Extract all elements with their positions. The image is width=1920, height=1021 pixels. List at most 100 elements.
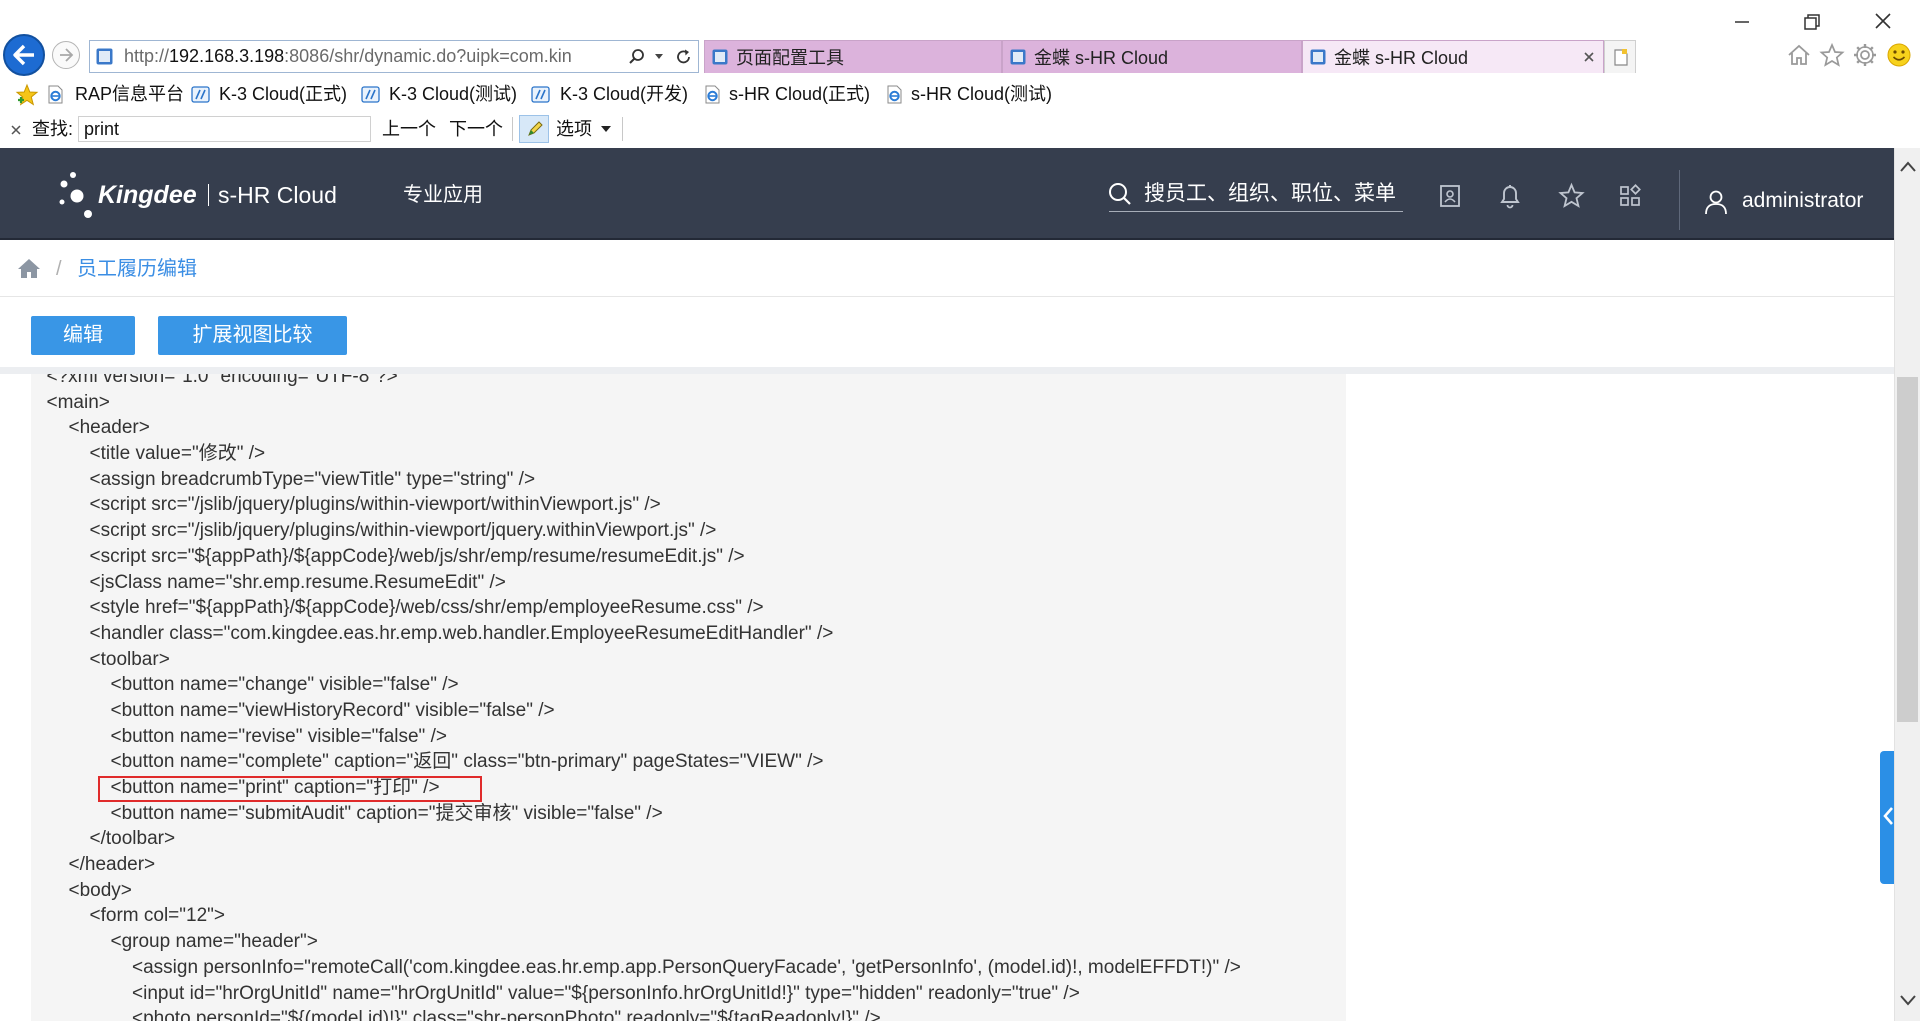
code-line: <main> bbox=[46, 391, 110, 413]
url-host: 192.168.3.198 bbox=[169, 46, 285, 66]
chevron-left-icon bbox=[1883, 807, 1893, 825]
code-line: <script src="${appPath}/${appCode}/web/j… bbox=[89, 545, 745, 567]
back-arrow-icon bbox=[13, 44, 34, 66]
code-line: <input id="hrOrgUnitId" name="hrOrgUnitI… bbox=[132, 982, 1080, 1004]
app-grid-icon[interactable] bbox=[1617, 183, 1643, 209]
url-scheme: http:// bbox=[124, 46, 170, 66]
code-line: <script src="/jslib/jquery/plugins/withi… bbox=[89, 494, 661, 516]
tab-page-config[interactable]: 页面配置工具 bbox=[704, 40, 1002, 73]
shr-favicon-icon bbox=[712, 49, 728, 65]
back-button[interactable] bbox=[3, 34, 45, 76]
tab-label: 金蝶 s-HR Cloud bbox=[1334, 48, 1469, 68]
scrollbar-thumb[interactable] bbox=[1897, 377, 1918, 722]
restore-icon[interactable] bbox=[1800, 10, 1824, 34]
code-line: <toolbar> bbox=[89, 648, 170, 670]
code-line: <handler class="com.kingdee.eas.hr.emp.w… bbox=[89, 622, 834, 644]
search-icon[interactable] bbox=[628, 48, 646, 66]
nav-professional-apps[interactable]: 专业应用 bbox=[403, 181, 483, 209]
code-line: <style href="${appPath}/${appCode}/web/c… bbox=[89, 597, 764, 619]
k3-icon bbox=[531, 86, 550, 103]
ie-page-icon bbox=[48, 85, 63, 104]
search-icon[interactable] bbox=[1107, 181, 1133, 207]
highlight-matches-button[interactable] bbox=[519, 115, 549, 143]
find-options-button[interactable]: 选项 bbox=[556, 116, 592, 142]
url-text[interactable]: http://192.168.3.198:8086/shr/dynamic.do… bbox=[124, 41, 572, 72]
address-bar[interactable]: http://192.168.3.198:8086/shr/dynamic.do… bbox=[89, 40, 699, 73]
chevron-down-icon[interactable] bbox=[654, 53, 664, 61]
ie-page-icon bbox=[705, 85, 720, 104]
new-tab-button[interactable] bbox=[1604, 40, 1636, 73]
favorite-link[interactable]: K-3 Cloud(开发) bbox=[560, 82, 688, 106]
code-line: <script src="/jslib/jquery/plugins/withi… bbox=[89, 520, 717, 542]
home-icon[interactable] bbox=[1786, 42, 1812, 68]
tab-shr-cloud[interactable]: 金蝶 s-HR Cloud bbox=[1002, 40, 1302, 73]
smiley-feedback-icon[interactable] bbox=[1886, 42, 1912, 68]
code-line: <?xml version="1.0" encoding="UTF-8"?> bbox=[46, 374, 398, 387]
user-avatar-icon[interactable] bbox=[1703, 188, 1729, 216]
code-line: <jsClass name="shr.emp.resume.ResumeEdit… bbox=[89, 571, 506, 593]
vertical-scrollbar[interactable] bbox=[1894, 148, 1920, 1021]
find-label: 查找: bbox=[32, 119, 74, 139]
edit-button[interactable]: 编辑 bbox=[31, 316, 135, 355]
shr-favicon-icon bbox=[1010, 49, 1026, 65]
favorite-link[interactable]: s-HR Cloud(正式) bbox=[729, 82, 870, 106]
code-line: <assign personInfo="remoteCall('com.king… bbox=[132, 956, 1241, 978]
k3-icon bbox=[361, 86, 380, 103]
close-find-icon[interactable] bbox=[9, 123, 23, 137]
favorites-star-icon[interactable] bbox=[1558, 182, 1585, 209]
new-tab-icon bbox=[1614, 49, 1628, 66]
home-icon[interactable] bbox=[17, 257, 41, 279]
brand-divider bbox=[208, 184, 209, 206]
header-divider bbox=[1679, 170, 1680, 230]
kingdee-logo-icon bbox=[59, 172, 92, 218]
chevron-down-icon[interactable] bbox=[600, 125, 612, 133]
highlight-box bbox=[98, 776, 482, 802]
code-line: <assign breadcrumbType="viewTitle" type=… bbox=[89, 468, 536, 490]
favorite-link[interactable]: K-3 Cloud(测试) bbox=[389, 82, 517, 106]
brand-name[interactable]: Kingdee bbox=[98, 179, 197, 211]
ie-page-icon bbox=[887, 85, 902, 104]
tab-label: 金蝶 s-HR Cloud bbox=[1034, 48, 1169, 68]
add-favorite-icon[interactable] bbox=[15, 83, 39, 107]
tab-shr-cloud-active[interactable]: 金蝶 s-HR Cloud bbox=[1302, 40, 1604, 73]
find-next-button[interactable]: 下一个 bbox=[449, 116, 503, 142]
url-path: :8086/shr/dynamic.do?uipk=com.kin bbox=[284, 46, 572, 66]
breadcrumb-current[interactable]: 员工履历编辑 bbox=[77, 255, 197, 283]
code-line: </toolbar> bbox=[89, 828, 176, 850]
breadcrumb: / 员工履历编辑 bbox=[0, 241, 1894, 297]
close-tab-icon[interactable] bbox=[1583, 51, 1595, 63]
gear-icon[interactable] bbox=[1852, 42, 1878, 68]
bell-icon[interactable] bbox=[1497, 182, 1523, 210]
code-line: <button name="complete" caption="返回" cla… bbox=[110, 751, 824, 773]
forward-button[interactable] bbox=[52, 41, 80, 69]
find-separator bbox=[512, 117, 513, 141]
user-name[interactable]: administrator bbox=[1742, 187, 1863, 215]
contact-card-icon[interactable] bbox=[1437, 183, 1463, 209]
code-line: <body> bbox=[68, 879, 132, 901]
refresh-icon[interactable] bbox=[675, 48, 693, 66]
product-name[interactable]: s-HR Cloud bbox=[218, 179, 337, 211]
favorite-link[interactable]: s-HR Cloud(测试) bbox=[911, 82, 1052, 106]
code-line: <button name="change" visible="false" /> bbox=[110, 674, 459, 696]
content-separator-band bbox=[0, 367, 1894, 374]
favorite-link[interactable]: RAP信息平台 bbox=[75, 82, 184, 106]
xml-code-panel[interactable]: <?xml version="1.0" encoding="UTF-8"?> <… bbox=[31, 374, 1346, 1021]
tab-label: 页面配置工具 bbox=[736, 48, 844, 68]
favorite-link[interactable]: K-3 Cloud(正式) bbox=[219, 82, 347, 106]
code-line: <button name="viewHistoryRecord" visible… bbox=[110, 699, 555, 721]
scroll-up-icon[interactable] bbox=[1899, 160, 1917, 174]
code-line: <button name="submitAudit" caption="提交审核… bbox=[110, 802, 663, 824]
code-line: <button name="revise" visible="false" /> bbox=[110, 725, 447, 747]
compare-views-button[interactable]: 扩展视图比较 bbox=[158, 316, 347, 355]
app-header: Kingdee s-HR Cloud 专业应用 搜员工、组织、职位、菜单 adm… bbox=[0, 148, 1894, 240]
close-window-icon[interactable] bbox=[1871, 9, 1895, 33]
find-previous-button[interactable]: 上一个 bbox=[382, 116, 436, 142]
minimize-icon[interactable] bbox=[1730, 10, 1754, 34]
find-input[interactable] bbox=[78, 116, 371, 142]
scroll-down-icon[interactable] bbox=[1899, 993, 1917, 1007]
code-line: <title value="修改" /> bbox=[89, 443, 266, 465]
pencil-icon bbox=[528, 121, 543, 136]
favorites-star-icon[interactable] bbox=[1819, 42, 1845, 68]
global-search-field[interactable]: 搜员工、组织、职位、菜单 bbox=[1144, 180, 1396, 208]
code-line: <form col="12"> bbox=[89, 905, 225, 927]
